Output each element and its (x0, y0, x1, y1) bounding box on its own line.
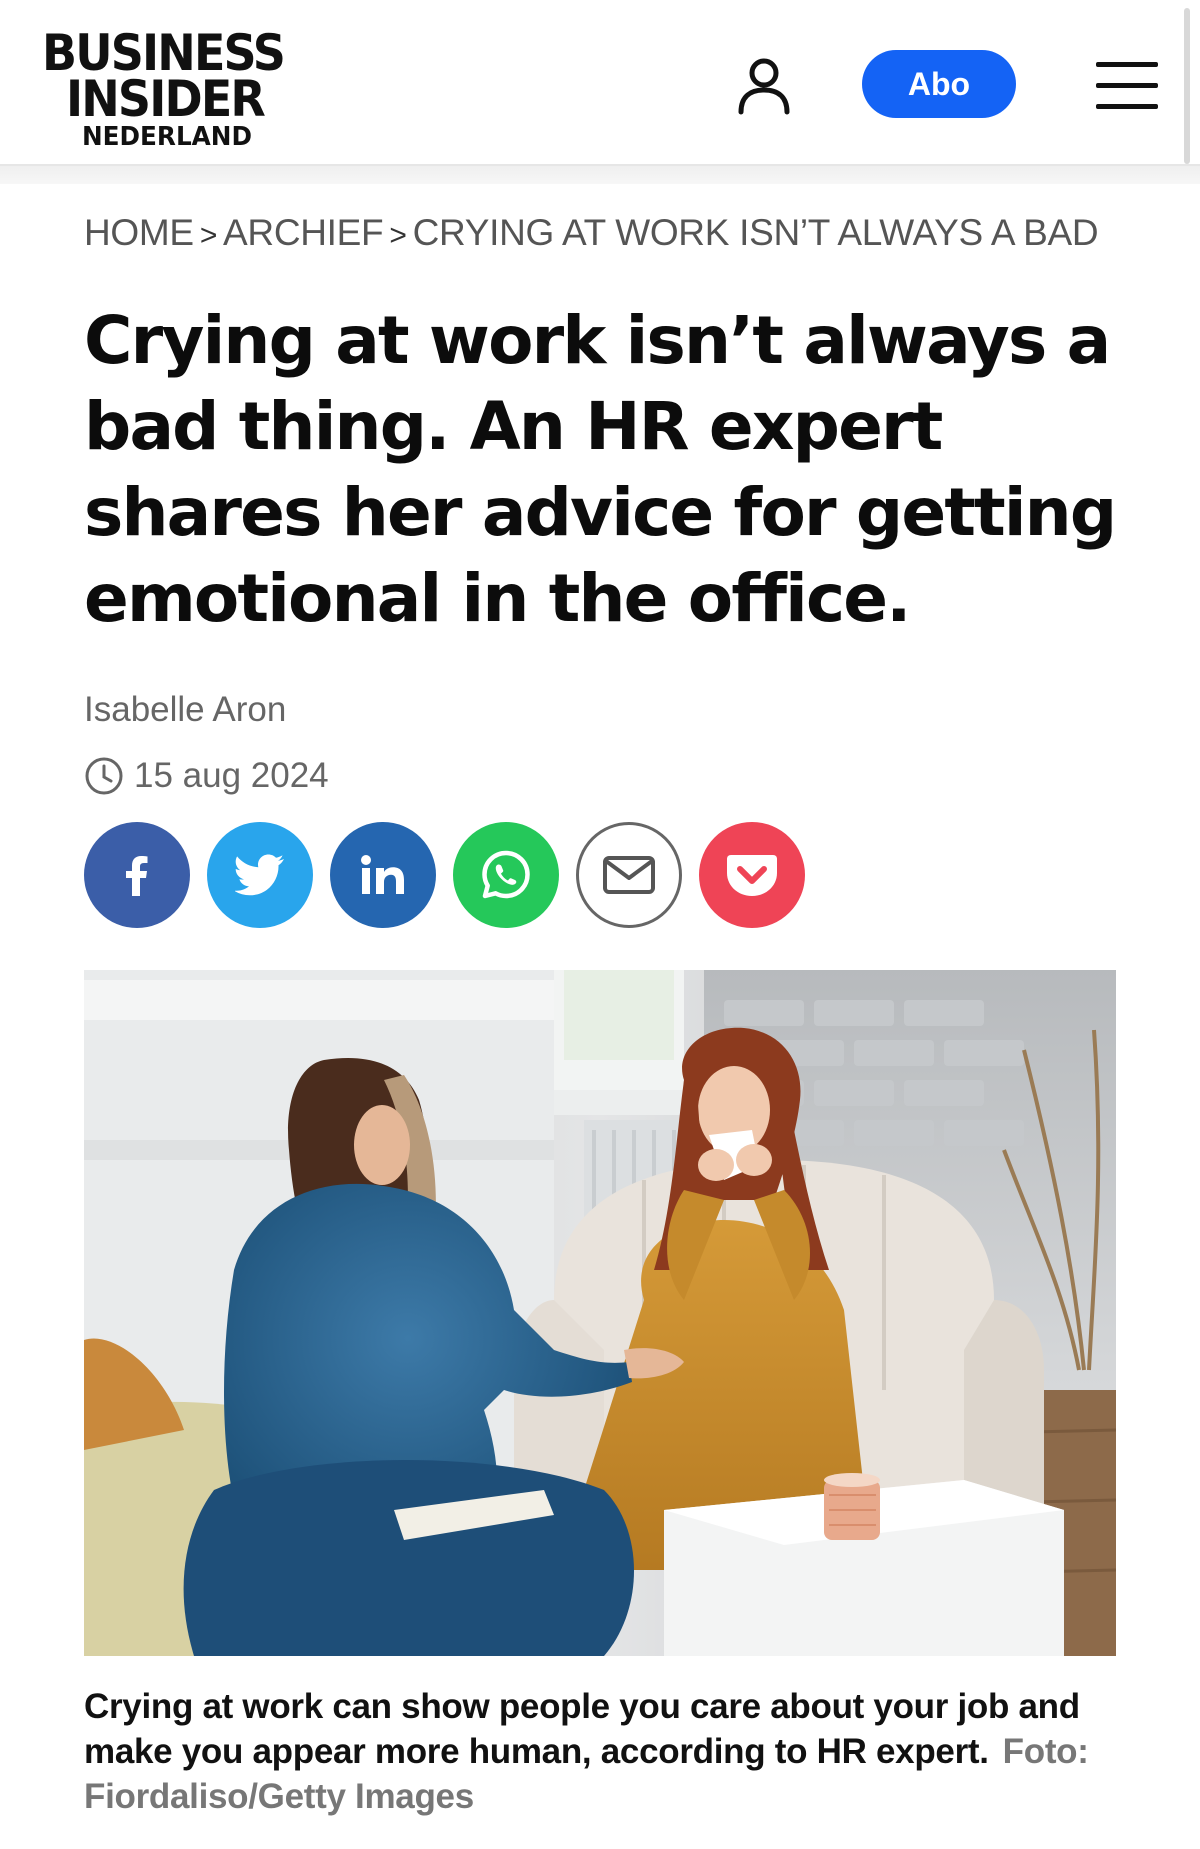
pocket-share-button[interactable] (699, 822, 805, 928)
business-insider-logo[interactable]: BUSINESS INSIDER NEDERLAND (42, 28, 302, 150)
facebook-icon (126, 856, 148, 896)
image-caption-text: Crying at work can show people you care … (84, 1687, 1080, 1771)
logo-line-2: INSIDER (66, 70, 266, 128)
article-date-text: 15 aug 2024 (134, 756, 329, 795)
breadcrumb-archief[interactable]: ARCHIEF (223, 212, 384, 253)
clock-icon (85, 757, 123, 795)
facebook-share-button[interactable] (84, 822, 190, 928)
logo-line-3: NEDERLAND (82, 122, 252, 152)
article-author[interactable]: Isabelle Aron (84, 690, 286, 730)
pocket-icon (727, 855, 777, 896)
scrollbar[interactable] (1184, 8, 1190, 164)
share-buttons (84, 822, 822, 928)
whatsapp-share-button[interactable] (453, 822, 559, 928)
user-icon[interactable] (736, 56, 792, 116)
site-header: BUSINESS INSIDER NEDERLAND Abo (0, 0, 1200, 166)
linkedin-share-button[interactable] (330, 822, 436, 928)
header-divider (0, 166, 1200, 184)
twitter-icon (235, 854, 284, 896)
twitter-share-button[interactable] (207, 822, 313, 928)
whatsapp-icon (482, 850, 530, 899)
linkedin-icon (361, 855, 404, 894)
breadcrumb-home[interactable]: HOME (84, 212, 194, 253)
subscribe-button[interactable]: Abo (862, 50, 1016, 118)
email-share-button[interactable] (576, 822, 682, 928)
article-date: 15 aug 2024 (84, 756, 329, 796)
image-caption: Crying at work can show people you care … (84, 1684, 1124, 1819)
breadcrumb: HOME > ARCHIEF > CRYING AT WORK ISN’T ALWAYS… (84, 212, 1116, 256)
mail-icon (603, 856, 655, 894)
breadcrumb-separator: > (389, 219, 407, 252)
hero-photo (84, 970, 1116, 1656)
breadcrumb-separator: > (199, 219, 218, 252)
article-hero-image (84, 970, 1116, 1656)
article-title: Crying at work isn’t always a bad thing.… (84, 302, 1117, 637)
hamburger-menu-icon[interactable] (1096, 62, 1158, 110)
breadcrumb-current[interactable]: CRYING AT WORK ISN’T ALWAYS A BAD (413, 212, 1099, 253)
